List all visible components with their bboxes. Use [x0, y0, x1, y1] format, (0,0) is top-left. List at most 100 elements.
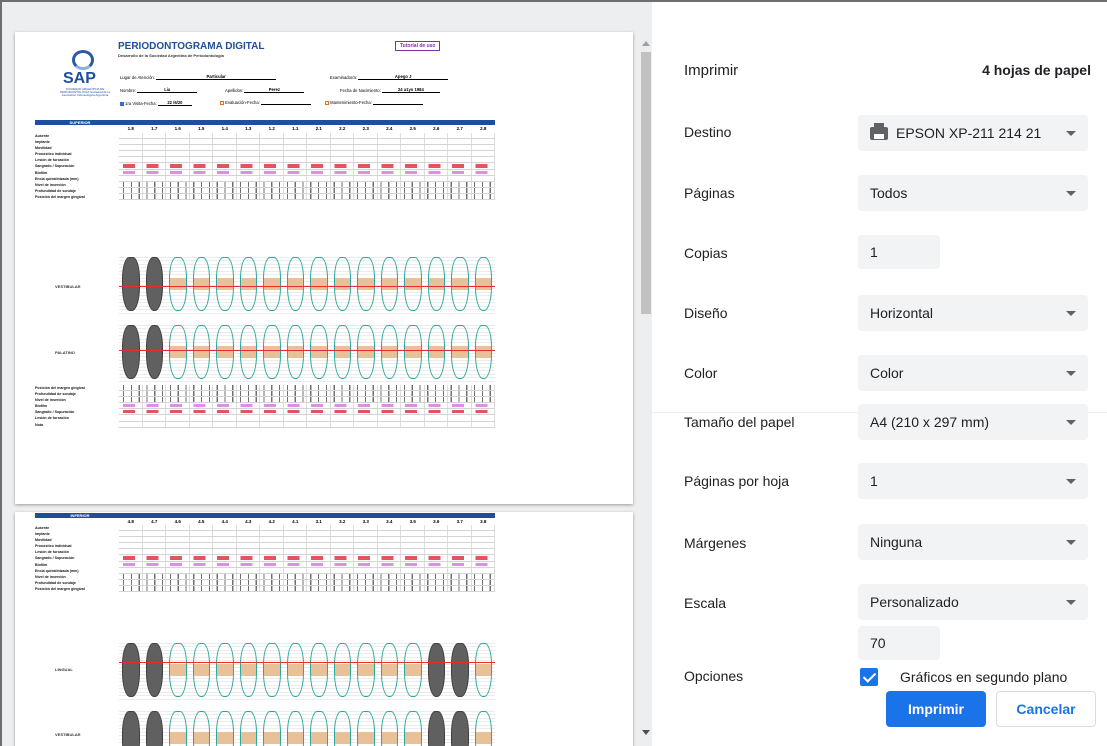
graficos-checkbox[interactable] [860, 668, 878, 686]
superior-grid[interactable] [119, 133, 495, 201]
tooth-number: 3.6 [433, 519, 440, 524]
tooth-number: 1.5 [198, 126, 205, 131]
tooth-drawing [425, 708, 449, 746]
tooth-number: 1.2 [268, 126, 275, 131]
tutorial-link[interactable]: Tutorial de uso [395, 41, 441, 51]
color-label: Color [684, 365, 718, 381]
tooth-drawing [190, 254, 214, 314]
tooth-drawing [260, 640, 284, 700]
tooth-drawing [307, 254, 331, 314]
evaluacion-checkbox[interactable] [220, 100, 224, 105]
inferior-vestibular-teeth-chart [119, 708, 495, 746]
mantenimiento-label: Mantenimiento-Fecha: [330, 100, 372, 105]
teeth-row [119, 254, 495, 314]
grid-row [119, 585, 495, 593]
grid-row [119, 421, 495, 428]
apellidos-value: Perez [268, 87, 280, 92]
margenes-label: Márgenes [684, 535, 747, 551]
pph-value: 1 [870, 473, 878, 489]
paginas-select[interactable]: Todos [858, 175, 1088, 211]
tooth-number: 1.6 [174, 126, 181, 131]
opciones-label: Opciones [684, 668, 744, 684]
biofilm-marks [119, 170, 495, 174]
cancel-button[interactable]: Cancelar [996, 691, 1096, 727]
print-preview[interactable]: SAP SOCIEDAD ARGENTINA DE PERIODONTOLOGÍ… [0, 2, 652, 746]
diseno-select[interactable]: Horizontal [858, 295, 1088, 331]
biofilm-marks [119, 404, 495, 408]
superior-tooth-numbers: 1.8 1.7 1.6 1.5 1.4 1.3 1.2 1.1 2.1 2.2 2.3 2.4 2.5 2… [119, 126, 495, 131]
tooth-drawing [260, 254, 284, 314]
tooth-number: 1.7 [151, 126, 158, 131]
tooth-drawing [119, 640, 143, 700]
tooth-drawing [260, 322, 284, 382]
lugar-value: Particular [206, 74, 226, 79]
tooth-number: 3.5 [409, 519, 416, 524]
apellidos-label: Apellidos: [225, 88, 244, 93]
scroll-down-icon[interactable] [642, 730, 650, 735]
tooth-number: 1.3 [245, 126, 252, 131]
tooth-drawing [284, 254, 308, 314]
color-select[interactable]: Color [858, 355, 1088, 391]
row-label: Posición del margen gingival [35, 586, 85, 591]
diseno-label: Diseño [684, 305, 728, 321]
escala-select[interactable]: Personalizado [858, 584, 1088, 620]
apellidos-field: Apellidos: Perez [225, 87, 305, 93]
scrollbar-thumb[interactable] [641, 52, 651, 314]
doc-subtitle: Desarrollo de la Sociedad Argentina de P… [118, 53, 224, 58]
grid-values [119, 397, 495, 403]
tooth-drawing [401, 254, 425, 314]
destino-select[interactable]: EPSON XP-211 214 21 [858, 115, 1088, 151]
chevron-down-icon [1066, 479, 1076, 484]
tooth-drawing [378, 322, 402, 382]
tooth-drawing [284, 322, 308, 382]
color-value: Color [870, 365, 904, 381]
margin-line [119, 350, 495, 351]
chevron-down-icon [1066, 600, 1076, 605]
escala-label: Escala [684, 595, 727, 611]
sap-logo: SAP SOCIEDAD ARGENTINA DE PERIODONTOLOGÍ… [59, 50, 111, 98]
pph-select[interactable]: 1 [858, 463, 1088, 499]
margenes-select[interactable]: Ninguna [858, 524, 1088, 560]
tooth-number: 4.3 [245, 519, 252, 524]
palatino-label: PALATINO [55, 350, 75, 355]
dialog-title: Imprimir [684, 62, 739, 79]
tooth-drawing [472, 640, 496, 700]
nacimiento-value: 24 a1yo 1984 [397, 87, 424, 92]
nacimiento-field: Fecha de Nacimiento: 24 a1yo 1984 [340, 87, 440, 93]
grid-values [119, 187, 495, 193]
inferior-banner-bar [119, 513, 495, 518]
inferior-banner: INFERIOR [35, 513, 125, 518]
grid-values [119, 385, 495, 391]
tooth-drawing [260, 708, 284, 746]
paginas-label: Páginas [684, 185, 735, 201]
scroll-up-icon[interactable] [642, 41, 650, 46]
evaluacion-field: Evaluación-Fecha: [220, 100, 312, 105]
graficos-label[interactable]: Gráficos en segundo plano [900, 669, 1067, 685]
inferior-tooth-numbers: 4.8 4.7 4.6 4.5 4.4 4.3 4.2 4.1 3.1 3.2 3.3 3.4 3.5 3… [119, 519, 495, 524]
tamano-label: Tamaño del papel [684, 414, 795, 430]
copias-label: Copias [684, 245, 728, 261]
print-button[interactable]: Imprimir [886, 691, 986, 727]
tooth-number: 3.8 [480, 519, 487, 524]
mantenimiento-checkbox[interactable] [325, 100, 329, 105]
tooth-drawing [119, 254, 143, 314]
doc-title: PERIODONTOGRAMA DIGITAL [118, 41, 265, 52]
examinador-label: Examinador/a: [330, 75, 357, 80]
inferior-row-labels: Ausente Implante Movilidad Pronóstico indiv… [35, 525, 85, 592]
escala-input[interactable]: 70 [858, 626, 940, 660]
superior-bottom-grid[interactable] [119, 385, 495, 428]
grid-values [119, 579, 495, 585]
print-dialog: SAP SOCIEDAD ARGENTINA DE PERIODONTOLOGÍ… [0, 0, 1107, 746]
preview-scrollbar[interactable] [638, 38, 652, 742]
destino-label: Destino [684, 124, 732, 140]
teeth-row [119, 708, 495, 746]
inferior-grid[interactable] [119, 525, 495, 593]
sheet-count: 4 hojas de papel [982, 62, 1091, 78]
tooth-drawing [425, 640, 449, 700]
copias-input[interactable]: 1 [858, 235, 940, 269]
examinador-value: Apego J [394, 74, 412, 79]
tamano-select[interactable]: A4 (210 x 297 mm) [858, 404, 1088, 440]
tooth-number: 4.2 [268, 519, 275, 524]
visita-checkbox[interactable] [120, 101, 124, 106]
grid-values [119, 193, 495, 200]
